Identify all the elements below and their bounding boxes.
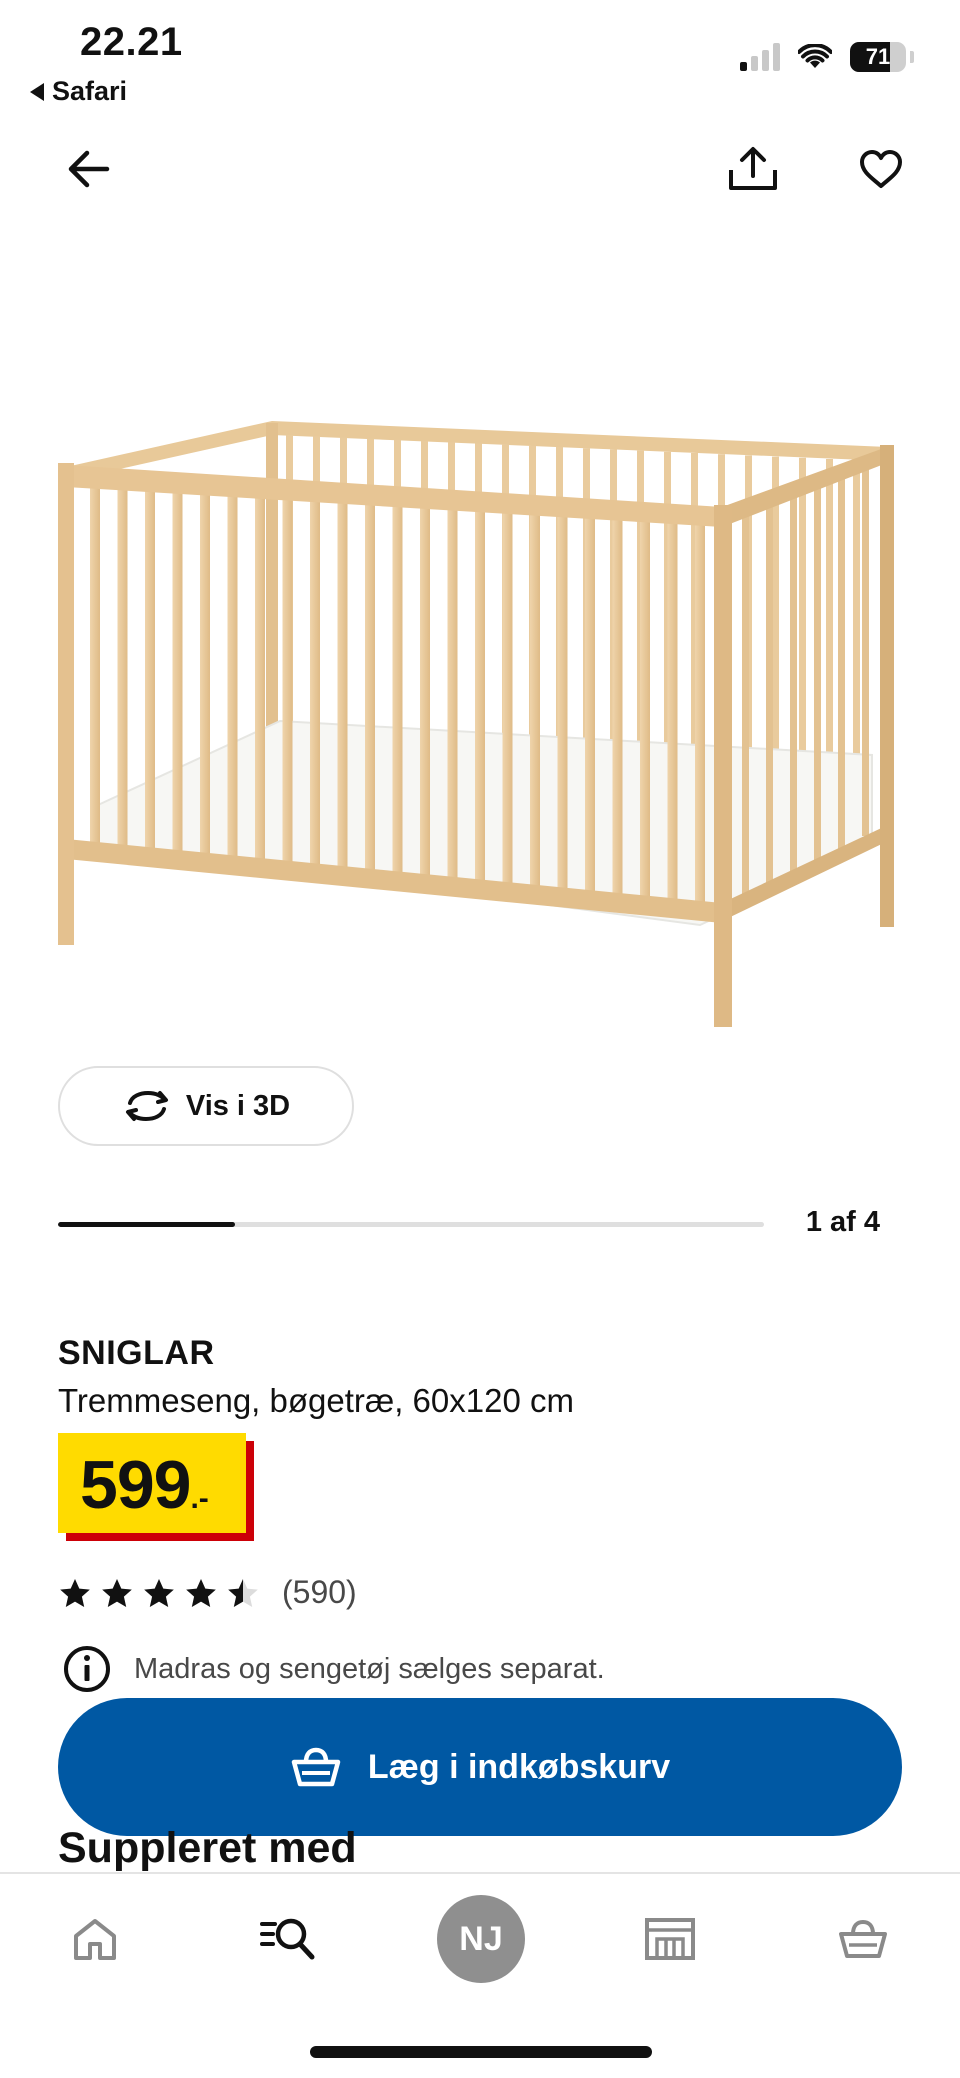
back-button[interactable]: [54, 134, 124, 204]
wifi-icon: [798, 44, 832, 68]
section-heading: Suppleret med: [58, 1824, 357, 1872]
search-icon: [260, 1918, 315, 1960]
rating-row[interactable]: (590): [58, 1574, 357, 1611]
price-box: 599 .-: [58, 1433, 246, 1533]
nav-stores[interactable]: [625, 1894, 715, 1984]
basket-icon: [839, 1919, 887, 1958]
nav-home[interactable]: [50, 1894, 140, 1984]
battery-icon: 71: [850, 42, 906, 72]
price-suffix: .-: [190, 1482, 209, 1515]
share-button[interactable]: [718, 134, 788, 204]
product-description: Tremmeseng, bøgetræ, 60x120 cm: [58, 1382, 574, 1419]
info-icon: [64, 1646, 110, 1692]
add-to-cart-label: Læg i indkøbskurv: [367, 1747, 671, 1786]
star-icon: [186, 1578, 216, 1607]
favorite-button[interactable]: [846, 134, 916, 204]
gallery-position-label: 1 af 4: [805, 1206, 880, 1238]
store-icon: [645, 1918, 695, 1960]
arrow-left-icon: [68, 150, 110, 188]
star-icon: [102, 1578, 132, 1607]
view-3d-label: Vis i 3D: [185, 1089, 291, 1122]
gallery-progress-track: [58, 1222, 764, 1227]
home-indicator: [310, 2046, 652, 2058]
bottom-navigation: NJ: [0, 1872, 960, 2078]
cellular-signal-icon: [740, 43, 780, 71]
home-icon: [74, 1919, 116, 1960]
rotate-3d-icon: [125, 1091, 168, 1121]
rating-stars: [58, 1577, 260, 1609]
share-icon: [729, 147, 777, 190]
avatar: NJ: [437, 1895, 525, 1983]
nav-cart[interactable]: [818, 1894, 908, 1984]
product-image[interactable]: [50, 405, 910, 1045]
back-app-label: Safari: [52, 76, 128, 106]
status-time: 22.21: [80, 20, 183, 64]
heart-icon: [860, 150, 902, 188]
battery-level: 71: [865, 44, 891, 69]
back-triangle-icon: [30, 82, 44, 101]
product-name: SNIGLAR: [58, 1334, 215, 1372]
status-indicators: 71: [740, 42, 914, 72]
basket-icon: [291, 1747, 341, 1787]
price-value: 599: [80, 1447, 191, 1523]
add-to-cart-button[interactable]: Læg i indkøbskurv: [58, 1698, 902, 1836]
battery-cap: [910, 51, 914, 63]
nav-profile[interactable]: NJ: [436, 1894, 526, 1984]
review-count: (590): [282, 1574, 357, 1610]
star-icon: [144, 1578, 174, 1607]
star-icon: [60, 1578, 90, 1607]
back-to-safari[interactable]: Safari: [30, 76, 127, 107]
gallery-progress-fill: [58, 1222, 235, 1227]
notice-text: Madras og sengetøj sælges separat.: [134, 1652, 605, 1685]
price-tag: 599 .-: [58, 1433, 254, 1541]
product-notice: Madras og sengetøj sælges separat.: [62, 1644, 605, 1694]
nav-search[interactable]: [243, 1894, 333, 1984]
star-icon: [228, 1578, 258, 1607]
view-3d-button[interactable]: Vis i 3D: [58, 1066, 354, 1146]
